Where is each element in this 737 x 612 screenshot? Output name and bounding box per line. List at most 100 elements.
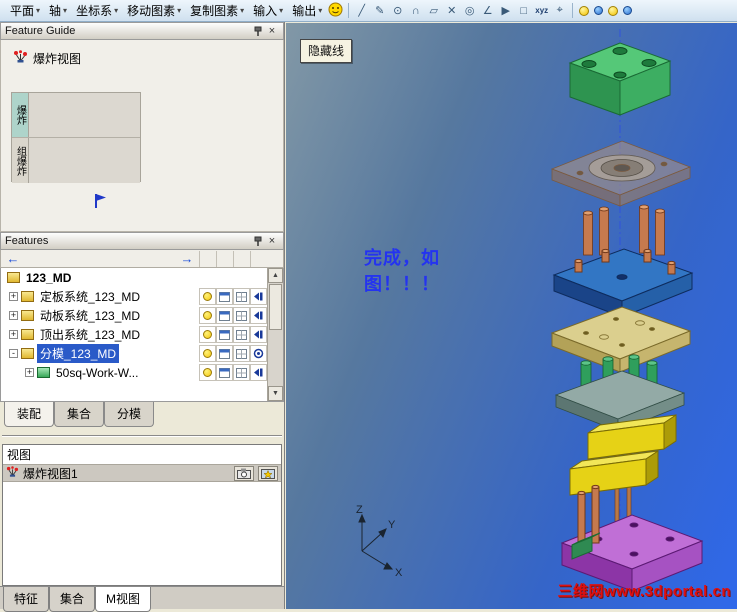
expand-toggle[interactable]: +	[9, 292, 18, 301]
anchor-cell[interactable]	[250, 326, 267, 343]
grid-state-cell[interactable]	[233, 307, 250, 324]
tree-item-label[interactable]: 123_MD	[23, 270, 74, 286]
tree-item-label[interactable]: 定板系统_123_MD	[37, 287, 143, 306]
menu-coordsys[interactable]: 坐标系 ▾	[72, 0, 122, 21]
tab-m-views[interactable]: M视图	[95, 587, 152, 612]
window-state-cell[interactable]	[216, 326, 233, 343]
visibility-cell[interactable]	[199, 288, 216, 305]
expand-toggle[interactable]: +	[25, 368, 34, 377]
line-tool-icon[interactable]: ╱	[353, 4, 370, 17]
anchor-cell[interactable]	[250, 288, 267, 305]
render-mode-icon[interactable]	[623, 6, 633, 15]
scroll-thumb[interactable]	[269, 284, 282, 330]
anchor-cell[interactable]	[250, 307, 267, 324]
tab-set[interactable]: 集合	[54, 402, 105, 427]
close-icon[interactable]: ×	[265, 235, 279, 248]
tree-row[interactable]: + 顶出系统_123_MD	[1, 325, 267, 344]
grid-state-cell[interactable]	[233, 345, 250, 362]
window-state-cell[interactable]	[216, 288, 233, 305]
group-explode-button[interactable]: 组爆炸	[12, 138, 29, 183]
expand-toggle[interactable]: +	[9, 330, 18, 339]
nav-forward-icon[interactable]: →	[175, 251, 199, 266]
tree-row[interactable]: + 定板系统_123_MD	[1, 287, 267, 306]
light-toggle-icon[interactable]	[579, 5, 590, 16]
camera-button[interactable]	[234, 465, 254, 481]
splitter-groove	[2, 435, 282, 437]
menu-copy-element-label: 复制图素	[190, 4, 239, 18]
menu-plane[interactable]: 平面 ▾	[6, 0, 44, 21]
smiley-icon[interactable]	[327, 2, 344, 20]
row-state-cells	[199, 288, 267, 305]
tab-sets[interactable]: 集合	[49, 587, 96, 612]
3d-viewport[interactable]: 隐藏线 完成，如 图！！！ Z Y X 三维网www.3dportal.cn	[286, 23, 737, 609]
erase-tool-icon[interactable]: ✕	[443, 4, 460, 17]
bulb-icon	[203, 292, 212, 301]
left-panel-column: Feature Guide × 爆炸视图 爆炸 组爆炸 Features × ←…	[0, 22, 285, 612]
tree-item-label[interactable]: 动板系统_123_MD	[37, 306, 143, 325]
render-mode-icon[interactable]	[594, 6, 604, 15]
explode-button[interactable]: 爆炸	[12, 93, 29, 137]
window-icon	[219, 348, 230, 359]
window-state-cell[interactable]	[216, 345, 233, 362]
grid-icon	[236, 310, 247, 321]
menu-move-element[interactable]: 移动图素 ▾	[123, 0, 185, 21]
view-item-label[interactable]: 爆炸视图1	[23, 465, 78, 482]
polyline-tool-icon[interactable]: ∠	[479, 4, 496, 17]
tree-item-label[interactable]: 顶出系统_123_MD	[37, 325, 143, 344]
render-view-button[interactable]	[258, 465, 278, 481]
menu-input[interactable]: 输入 ▾	[249, 0, 287, 21]
light-toggle-icon[interactable]	[608, 5, 619, 16]
tree-item-label-selected[interactable]: 分模_123_MD	[37, 344, 120, 363]
scroll-down-icon[interactable]: ▼	[268, 386, 283, 401]
anchor-cell[interactable]	[250, 364, 267, 381]
grid-state-cell[interactable]	[233, 288, 250, 305]
tree-row[interactable]: + 50sq-Work-W...	[1, 363, 267, 382]
grid-state-cell[interactable]	[233, 326, 250, 343]
xyz-axis-icon[interactable]: xyz	[533, 6, 550, 15]
tab-features[interactable]: 特征	[3, 587, 50, 612]
collapse-toggle[interactable]: -	[9, 349, 18, 358]
zoom-tool-icon[interactable]: ◎	[461, 4, 478, 17]
scroll-up-icon[interactable]: ▲	[268, 268, 283, 283]
visibility-cell[interactable]	[199, 326, 216, 343]
tree-row[interactable]: + 动板系统_123_MD	[1, 306, 267, 325]
visibility-cell[interactable]	[199, 307, 216, 324]
anchor-cell[interactable]	[250, 345, 267, 362]
close-icon[interactable]: ×	[265, 25, 279, 38]
tree-item-label[interactable]: 50sq-Work-W...	[53, 365, 141, 381]
panel-splitter[interactable]	[0, 428, 284, 444]
pin-icon[interactable]	[251, 235, 265, 248]
view-item-exploded-1[interactable]: 爆炸视图1	[3, 464, 281, 482]
features-panel: Features × ← → 123_MD + 定板系统_123_MD + 动板…	[0, 232, 284, 428]
arc-tool-icon[interactable]: ∩	[407, 5, 424, 17]
menu-axis[interactable]: 轴 ▾	[45, 0, 71, 21]
tab-assembly[interactable]: 装配	[4, 402, 55, 427]
grid-tool-icon[interactable]: □	[515, 5, 532, 17]
target-tool-icon[interactable]: ⌖	[551, 4, 568, 17]
hidden-line-button[interactable]: 隐藏线	[300, 39, 353, 63]
exploded-view-tool: 爆炸视图	[1, 40, 283, 67]
window-state-cell[interactable]	[216, 364, 233, 381]
pencil-tool-icon[interactable]: ✎	[371, 4, 388, 17]
menu-output[interactable]: 输出 ▾	[288, 0, 326, 21]
annotation-line-2: 图！！！	[364, 274, 440, 294]
blue-flag-icon[interactable]	[93, 192, 108, 213]
feature-guide-titlebar: Feature Guide ×	[0, 22, 284, 40]
tree-row-root[interactable]: 123_MD	[1, 268, 267, 287]
pin-icon[interactable]	[251, 25, 265, 38]
tree-row-selected[interactable]: - 分模_123_MD	[1, 344, 267, 363]
nav-back-icon[interactable]: ←	[1, 251, 25, 266]
circle-tool-icon[interactable]: ⊙	[389, 4, 406, 17]
visibility-cell[interactable]	[199, 364, 216, 381]
tree-scrollbar[interactable]: ▲ ▼	[267, 268, 283, 401]
visibility-cell[interactable]	[199, 345, 216, 362]
select-tool-icon[interactable]: ▶	[497, 4, 514, 17]
plane-tool-icon[interactable]: ▱	[425, 4, 442, 17]
column-header-cell	[233, 250, 250, 267]
window-state-cell[interactable]	[216, 307, 233, 324]
expand-toggle[interactable]: +	[9, 311, 18, 320]
toolbar-separator	[348, 3, 350, 18]
tab-parting[interactable]: 分模	[104, 402, 155, 427]
menu-copy-element[interactable]: 复制图素 ▾	[186, 0, 248, 21]
grid-state-cell[interactable]	[233, 364, 250, 381]
